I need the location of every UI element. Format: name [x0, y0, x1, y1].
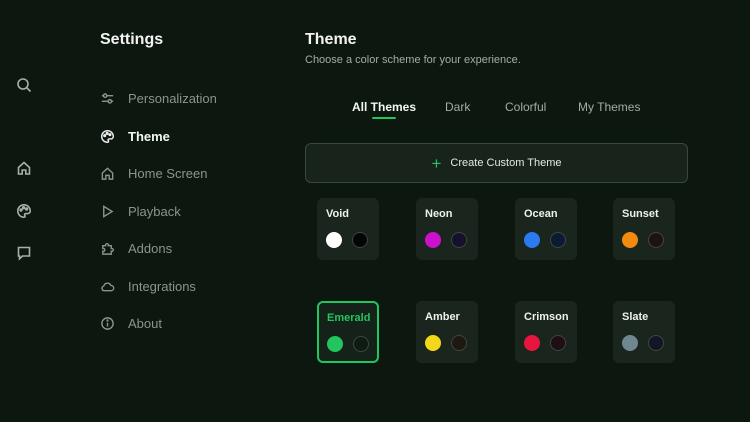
- accent-color-swatch: [327, 336, 343, 352]
- theme-card-crimson[interactable]: Crimson: [515, 301, 577, 363]
- home-icon[interactable]: [15, 159, 33, 177]
- menu-item-integrations[interactable]: Integrations: [98, 268, 268, 306]
- accent-color-swatch: [425, 335, 441, 351]
- theme-tabs: All Themes Dark Colorful My Themes: [305, 100, 688, 124]
- theme-card-emerald[interactable]: Emerald: [317, 301, 379, 363]
- tab-dark[interactable]: Dark: [445, 100, 470, 114]
- menu-item-playback[interactable]: Playback: [98, 193, 268, 231]
- accent-color-swatch: [622, 232, 638, 248]
- icon-rail: [0, 0, 48, 422]
- puzzle-icon: [98, 240, 116, 258]
- play-icon: [98, 202, 116, 220]
- theme-name: Sunset: [622, 208, 659, 220]
- tab-all-themes[interactable]: All Themes: [352, 100, 416, 114]
- theme-name: Neon: [425, 208, 453, 220]
- plus-icon: +: [431, 153, 442, 173]
- menu-item-about[interactable]: About: [98, 305, 268, 343]
- theme-card-slate[interactable]: Slate: [613, 301, 675, 363]
- menu-item-home-screen[interactable]: Home Screen: [98, 155, 268, 193]
- palette-icon: [98, 127, 116, 145]
- accent-color-swatch: [524, 232, 540, 248]
- active-tab-indicator: [372, 117, 396, 119]
- theme-name: Ocean: [524, 208, 558, 220]
- cloud-icon: [98, 277, 116, 295]
- accent-color-swatch: [622, 335, 638, 351]
- background-color-swatch: [451, 335, 467, 351]
- menu-item-label: Home Screen: [128, 166, 208, 182]
- settings-menu: Personalization Theme Home Screen Playba…: [98, 80, 268, 343]
- theme-name: Void: [326, 208, 350, 220]
- tab-colorful[interactable]: Colorful: [505, 100, 546, 114]
- accent-color-swatch: [326, 232, 342, 248]
- background-color-swatch: [648, 232, 664, 248]
- menu-item-label: Theme: [128, 128, 170, 144]
- chat-icon[interactable]: [15, 244, 33, 262]
- background-color-swatch: [353, 336, 369, 352]
- page-subtitle: Choose a color scheme for your experienc…: [305, 54, 521, 66]
- menu-item-personalization[interactable]: Personalization: [98, 80, 268, 118]
- menu-item-label: Integrations: [128, 278, 196, 294]
- page-title: Theme: [305, 31, 357, 48]
- menu-item-label: About: [128, 316, 162, 332]
- theme-name: Emerald: [327, 312, 371, 324]
- accent-color-swatch: [524, 335, 540, 351]
- theme-card-ocean[interactable]: Ocean: [515, 198, 577, 260]
- info-icon: [98, 315, 116, 333]
- menu-item-label: Addons: [128, 241, 173, 257]
- background-color-swatch: [352, 232, 368, 248]
- palette-icon[interactable]: [15, 202, 33, 220]
- background-color-swatch: [550, 335, 566, 351]
- home-icon: [98, 165, 116, 183]
- theme-card-neon[interactable]: Neon: [416, 198, 478, 260]
- tab-my-themes[interactable]: My Themes: [578, 100, 640, 114]
- menu-item-label: Personalization: [128, 91, 217, 107]
- theme-card-sunset[interactable]: Sunset: [613, 198, 675, 260]
- menu-item-label: Playback: [128, 203, 181, 219]
- theme-card-amber[interactable]: Amber: [416, 301, 478, 363]
- create-custom-theme-label: Create Custom Theme: [450, 157, 562, 169]
- theme-name: Slate: [622, 311, 649, 323]
- search-icon[interactable]: [15, 76, 33, 94]
- accent-color-swatch: [425, 232, 441, 248]
- create-custom-theme-button[interactable]: + Create Custom Theme: [305, 143, 688, 183]
- sliders-icon: [98, 90, 116, 108]
- background-color-swatch: [648, 335, 664, 351]
- menu-item-addons[interactable]: Addons: [98, 230, 268, 268]
- background-color-swatch: [451, 232, 467, 248]
- theme-name: Amber: [425, 311, 460, 323]
- background-color-swatch: [550, 232, 566, 248]
- theme-card-void[interactable]: Void: [317, 198, 379, 260]
- menu-item-theme[interactable]: Theme: [98, 118, 268, 156]
- settings-title: Settings: [100, 31, 164, 48]
- theme-name: Crimson: [524, 311, 569, 323]
